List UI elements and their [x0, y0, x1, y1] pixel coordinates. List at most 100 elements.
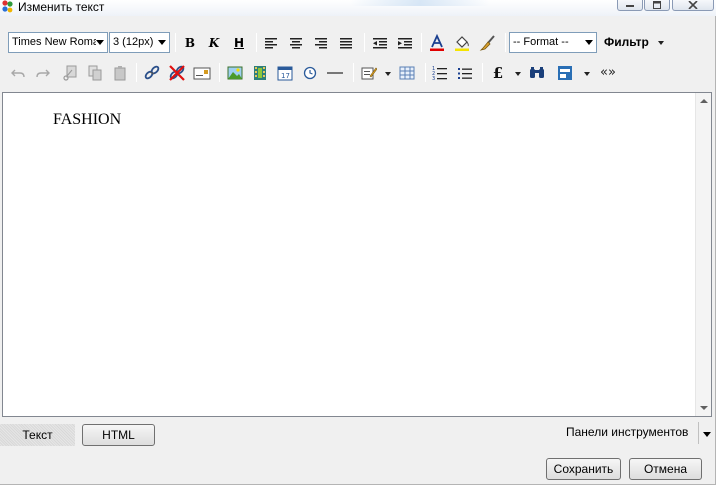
scroll-up-arrow-icon[interactable] [700, 99, 708, 103]
insert-image-button[interactable] [225, 62, 245, 83]
align-justify-button[interactable] [336, 32, 356, 53]
horizontal-rule-button[interactable] [325, 62, 345, 83]
cut-button[interactable] [60, 62, 80, 83]
templates-button[interactable] [555, 62, 575, 83]
scroll-down-arrow-icon[interactable] [700, 406, 708, 410]
unlink-icon [169, 64, 185, 81]
toolbar-separator [425, 63, 426, 82]
format-select[interactable]: -- Format -- [509, 32, 597, 53]
ordered-list-button[interactable]: 123 [430, 62, 450, 83]
font-color-icon [430, 33, 444, 51]
form-edit-icon [361, 67, 377, 79]
minimize-button[interactable] [617, 0, 643, 11]
tab-html[interactable]: HTML [82, 424, 155, 446]
guillemets-icon: «» [600, 65, 616, 80]
align-left-button[interactable] [261, 32, 281, 53]
underline-button[interactable]: H [229, 32, 249, 53]
filter-menu-button[interactable]: Фильтр [604, 32, 649, 53]
table-icon [399, 66, 415, 79]
align-right-button[interactable] [311, 32, 331, 53]
title-glow [350, 0, 490, 6]
toolbar-separator [353, 63, 354, 82]
save-button[interactable]: Сохранить [546, 458, 621, 480]
vertical-scrollbar[interactable] [695, 93, 711, 416]
font-size-value: 3 (12px) [113, 36, 154, 48]
maximize-icon [653, 1, 661, 9]
format-toolbar: Times New Roman 3 (12px) B K H -- Format… [3, 30, 713, 56]
align-center-button[interactable] [286, 32, 306, 53]
close-button[interactable] [672, 0, 714, 11]
bold-icon: B [184, 35, 196, 50]
undo-button[interactable] [8, 62, 28, 83]
chevron-down-icon [585, 40, 593, 45]
window-title: Изменить текст [18, 0, 105, 14]
tab-text[interactable]: Текст [0, 424, 75, 446]
clock-icon [303, 66, 317, 79]
font-family-value: Times New Roman [12, 36, 96, 48]
toolbar-separator [256, 33, 257, 52]
title-bar: Изменить текст [0, 0, 716, 16]
horizontal-rule-icon [327, 71, 343, 74]
align-justify-icon [340, 37, 352, 48]
template-icon [558, 65, 572, 80]
film-icon [254, 65, 266, 80]
outdent-button[interactable] [370, 32, 390, 53]
unordered-list-button[interactable] [455, 62, 475, 83]
insert-date-button[interactable]: 17 [275, 62, 295, 83]
chevron-down-icon [96, 40, 104, 45]
filter-label: Фильтр [604, 35, 649, 49]
font-size-select[interactable]: 3 (12px) [109, 32, 170, 53]
panel-separator [698, 422, 699, 444]
image-icon [227, 66, 243, 79]
editor-content[interactable]: FASHION [53, 111, 121, 129]
highlight-color-button[interactable] [452, 32, 472, 53]
toolbar-separator [175, 33, 176, 52]
font-family-select[interactable]: Times New Roman [8, 32, 108, 53]
undo-icon [11, 69, 25, 77]
cancel-button[interactable]: Отмена [629, 458, 702, 480]
toolbars-dropdown-icon[interactable] [703, 432, 711, 437]
remove-link-button[interactable] [167, 62, 187, 83]
toolbars-panel-label[interactable]: Панели инструментов [566, 425, 688, 439]
close-icon [688, 1, 698, 9]
minimize-icon [626, 5, 634, 7]
font-color-button[interactable] [427, 32, 447, 53]
insert-symbol-button[interactable]: £ [488, 62, 508, 83]
toolbar-separator [505, 33, 506, 52]
insert-table-button[interactable] [397, 62, 417, 83]
svg-text:3: 3 [432, 76, 435, 80]
maximize-button[interactable] [644, 0, 670, 11]
edit-text-dialog: Изменить текст Times New Roman 3 (12px) … [0, 0, 716, 485]
toolbar-separator [219, 63, 220, 82]
insert-link-button[interactable] [142, 62, 162, 83]
app-logo-icon [0, 0, 16, 14]
redo-icon [36, 69, 50, 77]
redo-button[interactable] [33, 62, 53, 83]
clear-formatting-button[interactable] [478, 32, 498, 53]
toolbar-separator [421, 33, 422, 52]
align-left-icon [265, 37, 277, 48]
cut-icon [63, 65, 77, 81]
copy-button[interactable] [85, 62, 105, 83]
italic-button[interactable]: K [204, 32, 224, 53]
italic-icon: K [208, 35, 220, 50]
paste-icon [114, 65, 126, 80]
rich-text-editor[interactable]: FASHION [2, 92, 712, 417]
form-dropdown-icon [385, 72, 391, 76]
ordered-list-icon: 123 [432, 66, 447, 80]
insert-email-button[interactable] [192, 62, 212, 83]
indent-icon [398, 37, 412, 48]
brush-icon [479, 34, 495, 51]
format-select-value: -- Format -- [513, 36, 569, 48]
bold-button[interactable]: B [180, 32, 200, 53]
insert-media-button[interactable] [250, 62, 270, 83]
indent-button[interactable] [395, 32, 415, 53]
insert-quotes-button[interactable]: «» [595, 62, 621, 83]
toolbar-separator [364, 33, 365, 52]
link-icon [144, 65, 160, 79]
insert-time-button[interactable] [300, 62, 320, 83]
find-button[interactable] [527, 62, 547, 83]
align-right-icon [315, 37, 327, 48]
insert-form-button[interactable] [359, 62, 379, 83]
paste-button[interactable] [110, 62, 130, 83]
